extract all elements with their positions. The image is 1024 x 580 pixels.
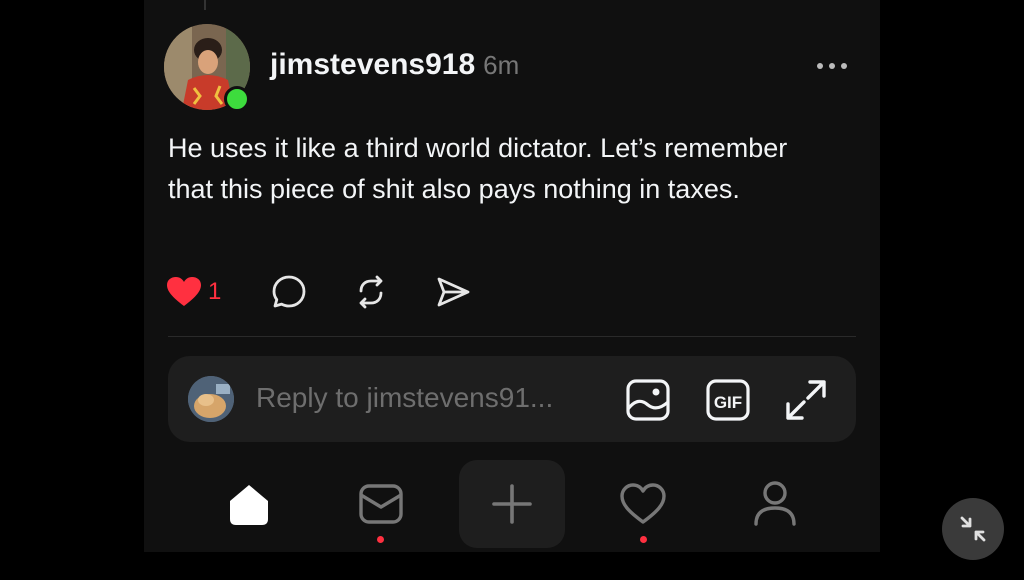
nav-home[interactable] [196,460,302,548]
like-button[interactable]: 1 [166,276,221,308]
collapse-icon [960,516,986,542]
expand-composer-button[interactable] [782,376,830,424]
repost-button[interactable] [353,274,389,310]
inbox-icon [359,484,403,524]
bottom-navigation [144,460,880,552]
avatar-image [188,376,234,422]
comment-button[interactable] [271,274,307,310]
post-text: He uses it like a third world dictator. … [168,133,788,204]
nav-profile[interactable] [722,460,828,548]
nav-activity[interactable] [590,460,696,548]
online-status-indicator [224,86,250,112]
gif-icon: GIF [706,379,750,421]
divider [168,336,856,337]
post-panel: jimstevens918 6m He uses it like a third… [144,0,880,552]
repost-icon [359,275,383,309]
activity-notification-dot [640,536,647,543]
gif-label: GIF [714,393,742,412]
home-icon [230,485,268,525]
plus-icon [492,484,532,524]
inbox-notification-dot [377,536,384,543]
share-button[interactable] [435,274,471,310]
profile-icon [754,481,796,526]
post-actions: 1 [166,270,501,314]
reply-input[interactable] [256,378,596,418]
more-icon [817,63,847,69]
attach-image-button[interactable] [624,376,672,424]
nav-inbox[interactable] [328,460,434,548]
post-header: jimstevens918 6m [270,48,519,82]
gif-button[interactable]: GIF [704,376,752,424]
send-icon [437,277,470,307]
author-username[interactable]: jimstevens918 [270,48,475,82]
heart-icon [620,483,666,524]
current-user-avatar[interactable] [188,376,234,422]
expand-icon [786,380,826,420]
thread-line [204,0,206,10]
collapse-button[interactable] [942,498,1004,560]
comment-icon [272,275,306,308]
like-count: 1 [208,278,222,305]
more-options-button[interactable] [812,52,852,80]
heart-icon [167,277,201,306]
nav-create[interactable] [459,460,565,548]
image-icon [626,379,670,421]
reply-composer: GIF [168,356,856,442]
post-timestamp: 6m [483,50,520,80]
